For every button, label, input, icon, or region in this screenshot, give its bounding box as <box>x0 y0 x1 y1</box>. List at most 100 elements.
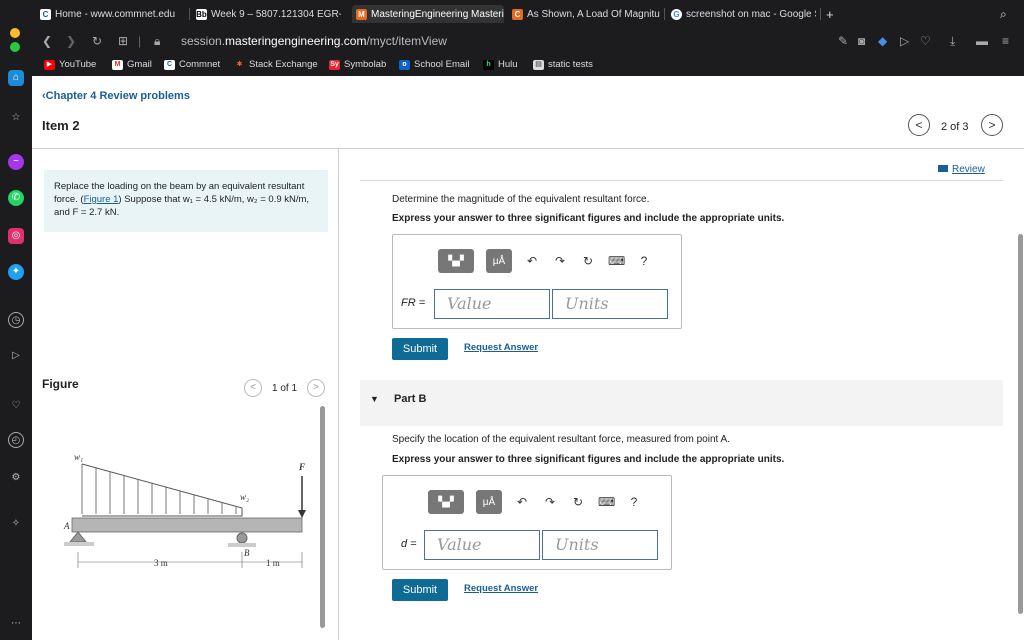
reset-icon[interactable]: ↻ <box>580 254 596 268</box>
messenger-icon[interactable]: ~ <box>8 154 24 170</box>
new-tab-button[interactable]: + <box>826 5 834 23</box>
tab-load-magnitude[interactable]: C As Shown, A Load Of Magnitud <box>512 5 660 23</box>
beam-figure: w₁ w₂ F A B 3 m 1 m <box>63 452 306 568</box>
partA-value-input[interactable]: Value <box>434 289 550 319</box>
symbolab-icon: Sy <box>329 59 340 70</box>
partA-variable-label: FR = <box>401 297 426 309</box>
reset-icon[interactable]: ↻ <box>570 495 586 509</box>
tab-mastering[interactable]: M MasteringEngineering Masterin <box>352 5 504 23</box>
bookmark-youtube[interactable]: ▶ YouTube <box>44 59 96 70</box>
keyboard-icon[interactable]: ⌨ <box>598 495 615 509</box>
book-icon <box>938 165 948 172</box>
collapse-caret-icon[interactable]: ▼ <box>370 394 379 404</box>
undo-icon[interactable]: ↶ <box>524 254 540 268</box>
twitter-icon[interactable]: ✦ <box>8 264 24 280</box>
send-icon[interactable]: ▷ <box>8 348 24 364</box>
back-icon[interactable]: ❮ <box>42 34 52 48</box>
send-icon[interactable]: ▷ <box>900 34 909 48</box>
camera-icon[interactable]: ◙ <box>858 34 865 48</box>
tab-google-search[interactable]: Gscreenshot on mac - Google S <box>671 5 816 23</box>
more-icon[interactable]: ⋯ <box>8 616 24 632</box>
redo-icon[interactable]: ↷ <box>542 495 558 509</box>
home-icon[interactable]: ⌂ <box>8 70 24 86</box>
bookmark-stack-exchange[interactable]: ✱ Stack Exchange <box>234 59 318 70</box>
bookmarks-bar: ▶ YouTube M Gmail C Commnet ✱ Stack Exchange… <box>32 54 1024 76</box>
address-bar[interactable]: session.masteringengineering.com/myct/it… <box>181 34 447 48</box>
star-icon[interactable]: ☆ <box>8 110 24 126</box>
partA-units-input[interactable]: Units <box>552 289 668 319</box>
lightbulb-icon[interactable]: ✧ <box>8 516 24 532</box>
item-title: Item 2 <box>42 118 80 133</box>
help-icon[interactable]: ? <box>636 254 652 268</box>
help-icon[interactable]: ? <box>626 495 642 509</box>
edit-icon[interactable]: ✎ <box>838 34 848 48</box>
download-icon[interactable]: ⤓ <box>950 34 955 49</box>
menu-icon[interactable]: ≡ <box>1002 34 1009 48</box>
keyboard-icon[interactable]: ⌨ <box>608 254 625 268</box>
divider <box>338 148 339 640</box>
main-scrollbar[interactable] <box>1018 234 1023 614</box>
forward-icon[interactable]: ❯ <box>66 34 76 48</box>
clock-icon[interactable]: ◴ <box>8 432 24 448</box>
partB-units-input[interactable]: Units <box>542 530 658 560</box>
divider <box>32 148 1024 149</box>
partB-title: Part B <box>394 393 427 405</box>
partB-instructions: Express your answer to three significant… <box>392 454 785 465</box>
heart-icon[interactable]: ♡ <box>8 398 24 414</box>
units-button[interactable]: μÅ <box>486 249 512 273</box>
partB-header[interactable] <box>360 380 1003 426</box>
partA-request-answer-link[interactable]: Request Answer <box>464 342 538 353</box>
commnet-icon: C <box>164 59 175 70</box>
minimize-window-button[interactable] <box>10 28 20 38</box>
undo-icon[interactable]: ↶ <box>514 495 530 509</box>
redo-icon[interactable]: ↷ <box>552 254 568 268</box>
partB-value-input[interactable]: Value <box>424 530 540 560</box>
whatsapp-icon[interactable]: ✆ <box>8 190 24 206</box>
instagram-icon[interactable]: ◎ <box>8 228 24 244</box>
shield-icon[interactable]: ◆ <box>878 34 887 48</box>
templates-button[interactable]: ▚▞ <box>428 490 464 514</box>
compass-icon[interactable]: ◷ <box>8 312 24 328</box>
partB-submit-button[interactable]: Submit <box>392 579 448 601</box>
document-icon: ▤ <box>533 59 544 70</box>
review-link[interactable]: Review <box>938 164 985 175</box>
figure-pager: 1 of 1 <box>272 383 298 394</box>
settings-icon[interactable]: ⚙ <box>8 470 24 486</box>
search-tabs-icon[interactable]: ⌕ <box>1000 5 1007 23</box>
partA-instructions: Express your answer to three significant… <box>392 213 785 224</box>
tabs-grid-icon[interactable]: ⊞ <box>118 34 128 48</box>
bookmark-gmail[interactable]: M Gmail <box>112 59 152 70</box>
load-arrows <box>81 464 237 514</box>
units-button[interactable]: μÅ <box>476 490 502 514</box>
figure-link[interactable]: Figure 1 <box>84 194 119 205</box>
bookmark-school-email[interactable]: o School Email <box>399 59 469 70</box>
figure-label: Figure <box>42 377 79 391</box>
bookmark-commnet[interactable]: C Commnet <box>164 59 220 70</box>
templates-button[interactable]: ▚▞ <box>438 249 474 273</box>
battery-icon: ▬ <box>976 34 988 48</box>
bookmark-symbolab[interactable]: Sy Symbolab <box>329 59 386 70</box>
dim-3m-label: 3 m <box>154 558 168 568</box>
blackboard-icon: Bb <box>196 8 207 20</box>
dim-1m-label: 1 m <box>266 558 280 568</box>
next-item-button[interactable]: > <box>981 114 1003 136</box>
partB-request-answer-link[interactable]: Request Answer <box>464 583 538 594</box>
tab-bar: C Home - www.commnet.edu Bb Week 9 – 5807.… <box>0 0 1024 28</box>
partA-toolbar: ▚▞ μÅ ↶ ↷ ↻ ⌨ ? <box>438 249 652 273</box>
partA-submit-button[interactable]: Submit <box>392 338 448 360</box>
heart-icon[interactable]: ♡ <box>920 34 931 48</box>
bookmark-static-tests[interactable]: ▤ static tests <box>533 59 593 70</box>
zoom-window-button[interactable] <box>10 42 20 52</box>
bookmark-hulu[interactable]: h Hulu <box>483 59 518 70</box>
tab-week9[interactable]: Bb Week 9 – 5807.121304 EGR-D <box>196 5 341 23</box>
reload-icon[interactable]: ↻ <box>92 34 102 48</box>
back-to-chapter-link[interactable]: ‹Chapter 4 Review problems <box>42 90 190 102</box>
figure-scrollbar[interactable] <box>320 406 325 628</box>
tab-home-commnet[interactable]: C Home - www.commnet.edu <box>40 5 180 23</box>
prev-item-button[interactable]: < <box>908 114 930 136</box>
w1-label: w₁ <box>74 452 83 462</box>
navigation-bar: ❮ ❯ ↻ ⊞ | 🔒︎ session.masteringengineerin… <box>32 28 1024 54</box>
prev-figure-button[interactable]: < <box>244 379 262 397</box>
A-label: A <box>63 521 70 531</box>
next-figure-button[interactable]: > <box>307 379 325 397</box>
